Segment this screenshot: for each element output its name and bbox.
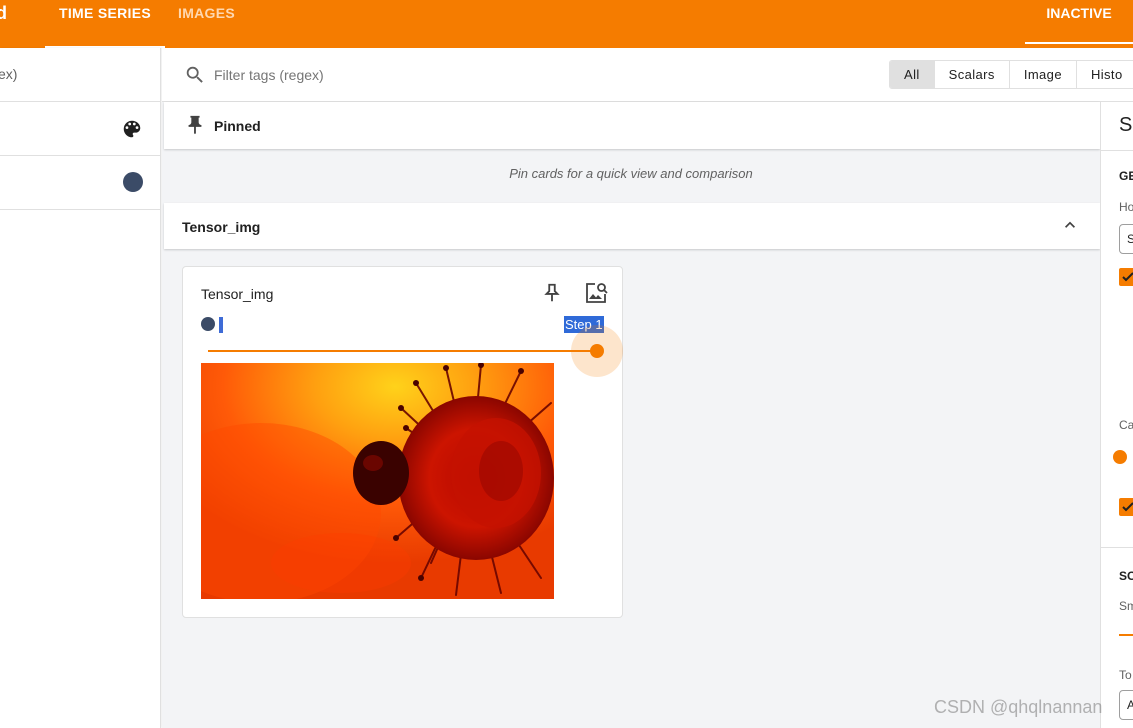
tensor-image xyxy=(201,363,554,599)
card-width-label: Ca xyxy=(1119,418,1133,432)
run-name xyxy=(219,317,223,333)
chip-scalars[interactable]: Scalars xyxy=(934,61,1010,88)
brand-title: d xyxy=(0,3,7,23)
run-row[interactable] xyxy=(0,156,160,210)
settings-checkbox[interactable] xyxy=(1119,268,1133,286)
horizontal-axis-select[interactable]: S xyxy=(1119,224,1133,254)
image-search-icon[interactable] xyxy=(583,280,609,306)
general-section-title: GE xyxy=(1119,169,1133,183)
tag-filter-bar: All Scalars Image Histo xyxy=(162,48,1133,102)
pinned-section-header: Pinned xyxy=(164,102,1100,149)
settings-title: Se xyxy=(1119,114,1133,136)
watermark: CSDN @qhqlnannan xyxy=(934,697,1103,717)
search-icon xyxy=(186,66,203,83)
pinned-title: Pinned xyxy=(214,118,261,134)
palette-icon[interactable] xyxy=(121,118,143,140)
tooltip-sorting-select[interactable]: A xyxy=(1119,690,1133,720)
runs-sidebar: ex) xyxy=(0,48,161,728)
chip-histograms[interactable]: Histo xyxy=(1076,61,1133,88)
card-group-header[interactable]: Tensor_img xyxy=(164,203,1100,249)
card-width-slider-thumb[interactable] xyxy=(1113,450,1127,464)
horizontal-axis-label: Ho xyxy=(1119,200,1133,214)
chevron-up-icon[interactable] xyxy=(1060,215,1080,235)
image-card: Tensor_img Step 1 xyxy=(182,266,623,618)
plugin-type-chips: All Scalars Image Histo xyxy=(889,60,1133,89)
inactive-dropdown[interactable]: INACTIVE xyxy=(1025,0,1133,44)
settings-divider xyxy=(1101,150,1133,151)
runs-filter-placeholder: ex) xyxy=(0,66,18,82)
run-color-icon xyxy=(201,317,215,331)
step-slider-track[interactable] xyxy=(208,350,596,352)
top-app-bar: d TIME SERIES IMAGES INACTIVE xyxy=(0,0,1133,48)
tooltip-sorting-label: To xyxy=(1119,668,1132,682)
chip-image[interactable]: Image xyxy=(1009,61,1077,88)
runs-filter[interactable]: ex) xyxy=(0,48,160,102)
pin-card-icon[interactable] xyxy=(541,281,563,305)
chip-all[interactable]: All xyxy=(890,61,935,88)
settings-pane: Se GE Ho S Ca SC Sm To A xyxy=(1100,102,1133,728)
run-color-icon[interactable] xyxy=(123,172,143,192)
card-title: Tensor_img xyxy=(201,286,274,302)
tag-filter-input[interactable] xyxy=(214,63,614,87)
smoothing-label: Sm xyxy=(1119,599,1133,613)
main-content: All Scalars Image Histo Pinned Pin cards… xyxy=(162,48,1133,728)
step-slider-thumb[interactable] xyxy=(590,344,604,358)
pin-icon xyxy=(188,115,202,135)
pinned-empty-message: Pin cards for a quick view and compariso… xyxy=(509,166,753,181)
scalars-section-title: SC xyxy=(1119,569,1133,583)
group-title: Tensor_img xyxy=(182,219,261,235)
tab-images[interactable]: IMAGES xyxy=(178,0,235,48)
tab-time-series[interactable]: TIME SERIES xyxy=(45,0,165,48)
smoothing-slider-track[interactable] xyxy=(1119,634,1133,636)
runs-header-row xyxy=(0,102,160,156)
settings-checkbox[interactable] xyxy=(1119,498,1133,516)
settings-divider xyxy=(1101,547,1133,548)
